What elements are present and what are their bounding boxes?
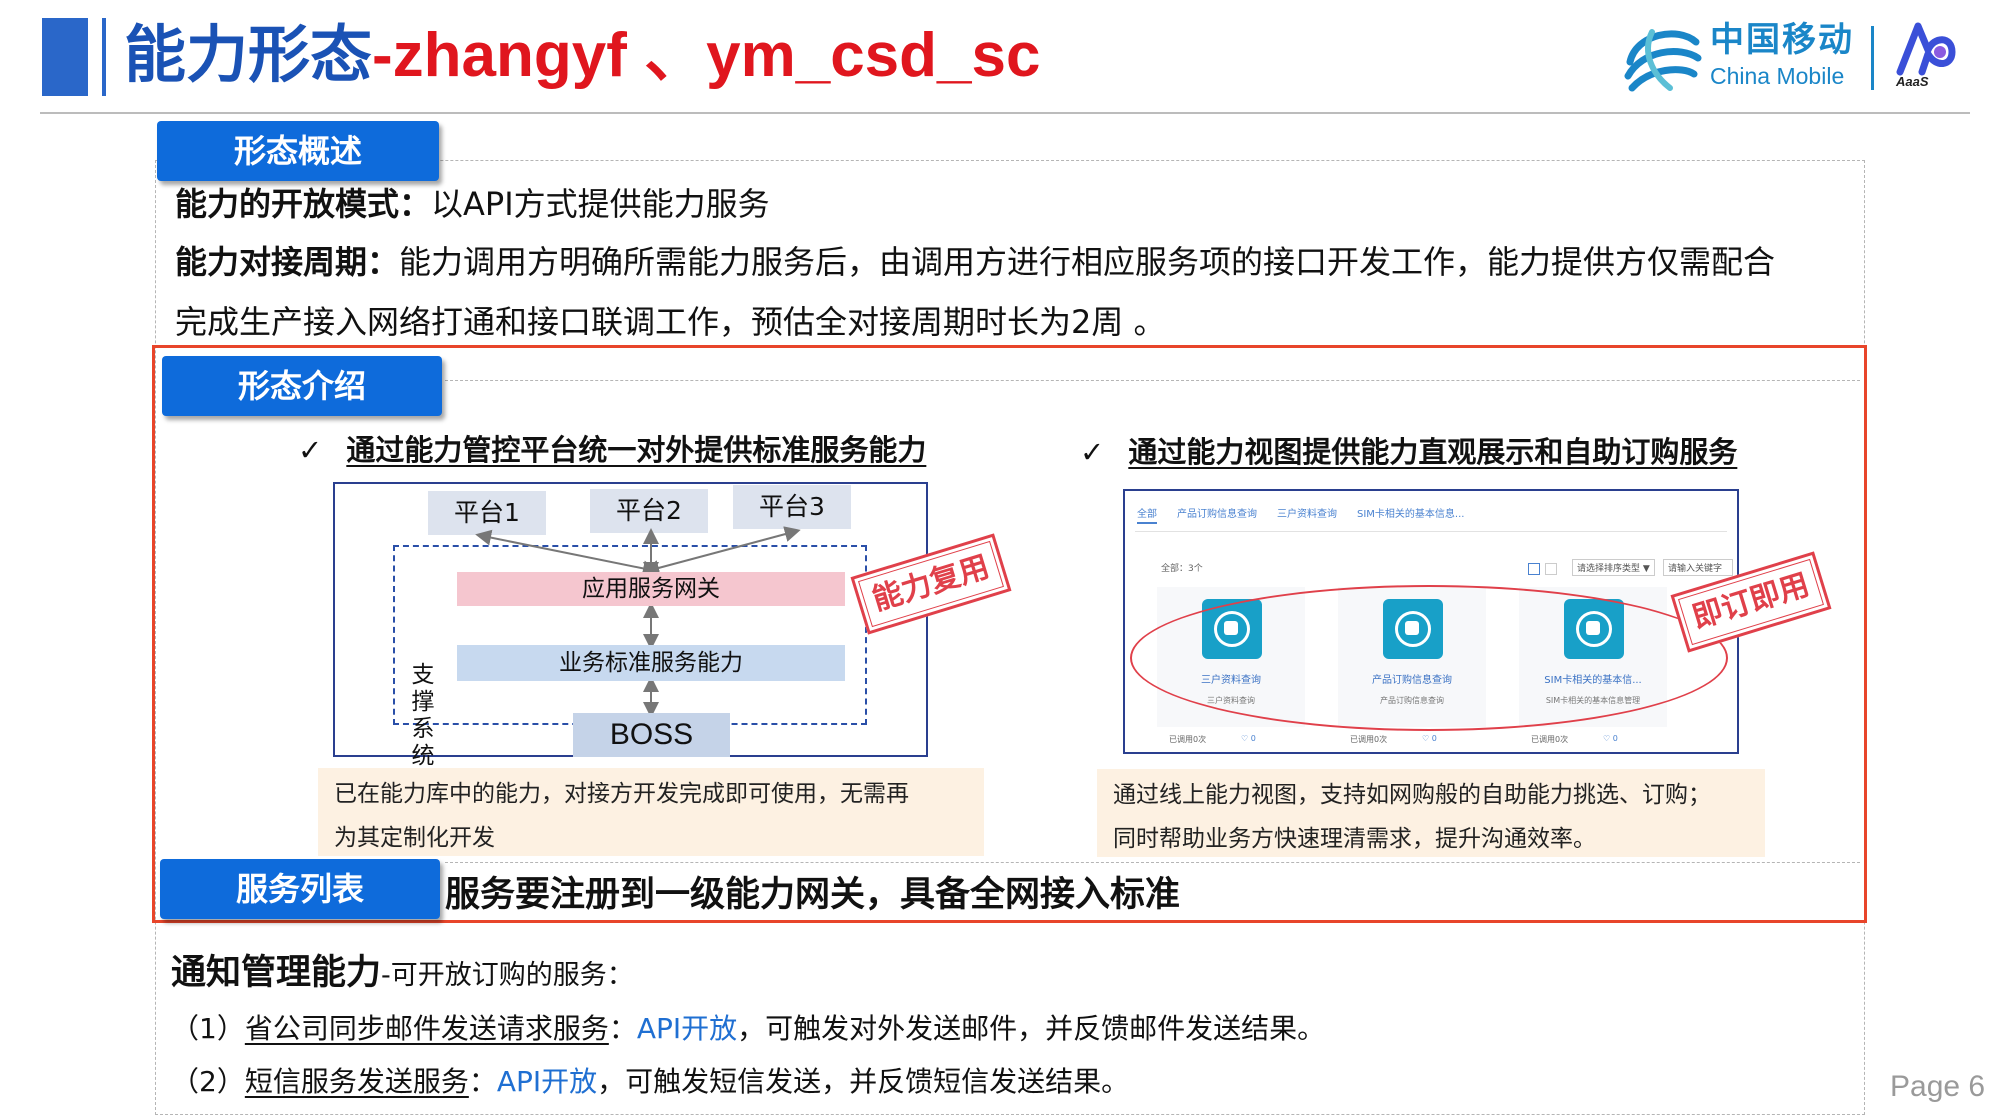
search-input: 请输入关键字: [1663, 559, 1733, 576]
screenshot-count: 全部：3个: [1161, 564, 1203, 574]
app-service-gateway-box: 应用服务网关: [457, 572, 845, 606]
card-used: 已调用0次: [1531, 735, 1569, 744]
service-item-name[interactable]: 短信服务发送服务: [245, 1065, 469, 1098]
page-title-suffix: -zhangyf 、ym_csd_sc: [372, 21, 1041, 90]
service-item-mode: API开放: [636, 1012, 738, 1045]
service-item-mode: API开放: [496, 1065, 598, 1098]
page-number: Page 6: [1890, 1070, 1986, 1103]
reuse-note-line-1: 已在能力库中的能力，对接方开发完成即可使用，无需再: [334, 781, 909, 807]
screenshot-tab-customer: 三户资料查询: [1277, 509, 1337, 520]
intro-left-heading-text: 通过能力管控平台统一对外提供标准服务能力: [346, 433, 927, 467]
service-item-colon: ：: [468, 1065, 497, 1098]
brand-name-en: China Mobile: [1710, 63, 1845, 89]
services-headline: 服务要注册到一级能力网关，具备全网接入标准: [445, 875, 1181, 915]
cycle-text-1: 能力调用方明确所需能力服务后，由调用方进行相应服务项的接口开发工作，能力提供方仅…: [399, 243, 1776, 281]
service-group-name: 通知管理能力: [171, 953, 382, 993]
view-note-line-1: 通过线上能力视图，支持如网购般的自助能力挑选、订购；: [1113, 782, 1711, 808]
check-icon: ✓: [298, 433, 323, 467]
card-used: 已调用0次: [1350, 735, 1388, 744]
title-accent-bar: [42, 18, 106, 96]
screenshot-divider: [1135, 531, 1727, 532]
view-note-line-2: 同时帮助业务方快速理清需求，提升沟通效率。: [1113, 826, 1596, 852]
service-item: （2）短信服务发送服务：API开放，可触发短信发送，并反馈短信发送结果。: [171, 1060, 1129, 1104]
highlight-ellipse: [1130, 585, 1728, 731]
cycle-line-1: 能力对接周期：能力调用方明确所需能力服务后，由调用方进行相应服务项的接口开发工作…: [175, 240, 1775, 284]
screenshot-tab-order: 产品订购信息查询: [1177, 509, 1257, 520]
grid-view-icon: [1528, 563, 1540, 575]
tab-services: 服务列表: [160, 859, 440, 919]
aaas-label: AaaS: [1896, 74, 1929, 89]
check-icon: ✓: [1080, 435, 1105, 469]
service-item: （1）省公司同步邮件发送请求服务：API开放，可触发对外发送邮件，并反馈邮件发送…: [171, 1007, 1325, 1051]
service-group-title: 通知管理能力-可开放订购的服务：: [171, 948, 634, 1001]
card-likes: ♡ 0: [1422, 734, 1437, 743]
aaas-logo-icon: [1896, 22, 1956, 76]
tab-intro: 形态介绍: [162, 356, 442, 416]
standard-service-box: 业务标准服务能力: [457, 645, 845, 681]
open-mode-text: 以API方式提供能力服务: [431, 185, 770, 223]
support-system-label: 支撑系统: [411, 662, 435, 769]
page-title-prefix: 能力形态: [124, 18, 373, 91]
arrow-platform3-gateway: [643, 526, 801, 576]
service-item-desc: ，可触发对外发送邮件，并反馈邮件发送结果。: [737, 1012, 1326, 1045]
intro-right-heading: ✓ 通过能力视图提供能力直观展示和自助订购服务: [1080, 432, 1737, 472]
service-item-index: （1）: [171, 1012, 245, 1045]
cycle-label: 能力对接周期：: [175, 243, 400, 281]
reuse-note-line-2: 为其定制化开发: [334, 825, 495, 851]
service-item-colon: ：: [608, 1012, 637, 1045]
header-divider: [40, 112, 1970, 114]
service-item-desc: ，可触发短信发送，并反馈短信发送结果。: [597, 1065, 1130, 1098]
tab-overview: 形态概述: [157, 121, 439, 181]
service-item-index: （2）: [171, 1065, 245, 1098]
boss-box: BOSS: [573, 713, 730, 757]
card-likes: ♡ 0: [1603, 734, 1618, 743]
china-mobile-logo-icon: [1624, 29, 1702, 92]
open-mode-label: 能力的开放模式：: [175, 185, 432, 223]
screenshot-tab-bar: 全部 产品订购信息查询 三户资料查询 SIM卡相关的基本信息...: [1137, 505, 1484, 524]
intro-dashed-rule: [445, 380, 1860, 381]
brand-name-cn: 中国移动: [1710, 20, 1854, 60]
services-dashed-rule: [445, 862, 1860, 863]
view-note: 通过线上能力视图，支持如网购般的自助能力挑选、订购； 同时帮助业务方快速理清需求…: [1097, 769, 1765, 857]
service-group-suffix: -可开放订购的服务：: [381, 960, 634, 991]
reuse-note: 已在能力库中的能力，对接方开发完成即可使用，无需再 为其定制化开发: [318, 768, 984, 856]
open-mode-line: 能力的开放模式：以API方式提供能力服务: [175, 182, 770, 226]
intro-right-heading-text: 通过能力视图提供能力直观展示和自助订购服务: [1128, 435, 1738, 469]
service-item-name[interactable]: 省公司同步邮件发送请求服务: [245, 1012, 609, 1045]
intro-left-heading: ✓ 通过能力管控平台统一对外提供标准服务能力: [298, 430, 926, 470]
screenshot-tab-sim: SIM卡相关的基本信息...: [1357, 509, 1465, 520]
logo-divider: [1871, 26, 1874, 90]
page-title: 能力形态-zhangyf 、ym_csd_sc: [124, 10, 1040, 101]
card-used: 已调用0次: [1169, 735, 1207, 744]
cycle-text-2: 完成生产接入网络打通和接口联调工作，预估全对接周期时长为2周 。: [175, 303, 1166, 341]
screenshot-tab-all: 全部: [1137, 509, 1157, 524]
card-likes: ♡ 0: [1241, 734, 1256, 743]
arrow-platform1-gateway: [475, 529, 659, 577]
sort-select: 请选择排序类型 ▼: [1572, 559, 1655, 576]
list-view-icon: [1545, 563, 1557, 575]
